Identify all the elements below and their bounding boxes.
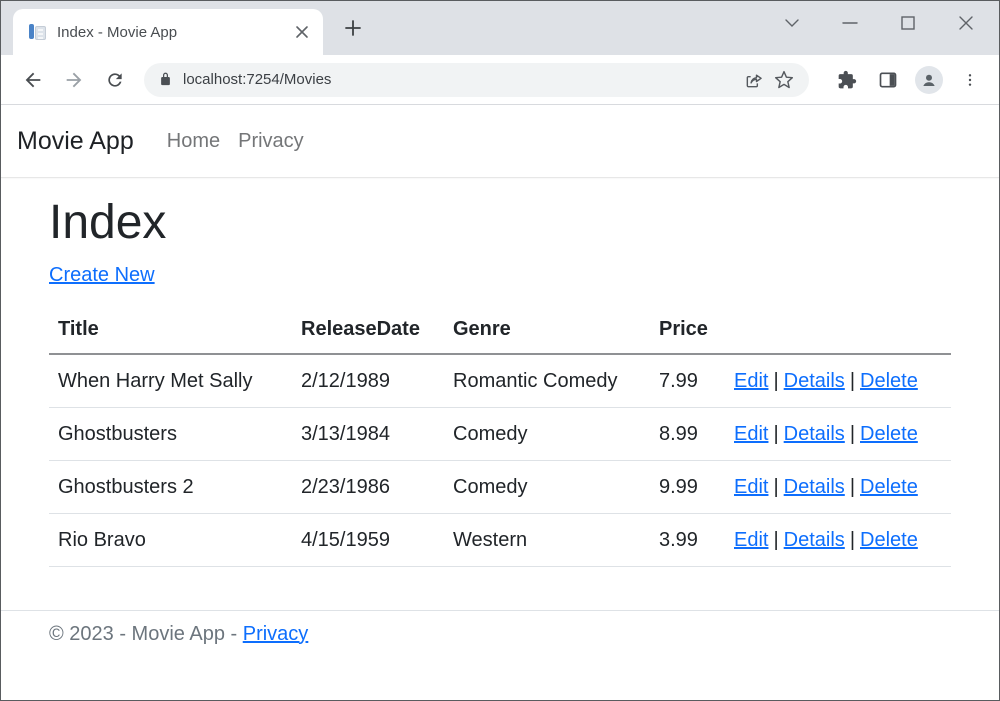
action-separator: | — [850, 423, 855, 445]
cell-price: 8.99 — [650, 407, 725, 460]
delete-link[interactable]: Delete — [860, 370, 918, 392]
reload-button[interactable] — [97, 62, 133, 98]
details-link[interactable]: Details — [784, 529, 845, 551]
window-controls — [763, 7, 995, 39]
action-separator: | — [773, 370, 778, 392]
cell-actions: Edit|Details|Delete — [725, 460, 951, 513]
table-row: When Harry Met Sally 2/12/1989 Romantic … — [49, 354, 951, 408]
cell-genre: Comedy — [444, 407, 650, 460]
nav-link-privacy[interactable]: Privacy — [238, 130, 304, 153]
cell-price: 3.99 — [650, 513, 725, 566]
footer-privacy-link[interactable]: Privacy — [243, 623, 309, 645]
copyright-text: © 2023 - Movie App - — [49, 623, 237, 645]
edit-link[interactable]: Edit — [734, 370, 768, 392]
action-separator: | — [773, 423, 778, 445]
edit-link[interactable]: Edit — [734, 529, 768, 551]
action-separator: | — [773, 476, 778, 498]
cell-title: Rio Bravo — [49, 513, 292, 566]
column-header-actions — [725, 312, 951, 354]
cell-genre: Western — [444, 513, 650, 566]
column-header-price: Price — [650, 312, 725, 354]
details-link[interactable]: Details — [784, 476, 845, 498]
cell-release-date: 2/23/1986 — [292, 460, 444, 513]
tab-strip: Index - Movie App — [1, 1, 999, 55]
cell-title: Ghostbusters — [49, 407, 292, 460]
lock-icon[interactable] — [158, 72, 173, 87]
kebab-menu-icon[interactable] — [953, 63, 987, 97]
action-separator: | — [773, 529, 778, 551]
share-icon[interactable] — [739, 65, 769, 95]
address-bar[interactable]: localhost:7254/Movies — [144, 63, 809, 97]
details-link[interactable]: Details — [784, 370, 845, 392]
page-title: Index — [49, 194, 951, 252]
cell-title: Ghostbusters 2 — [49, 460, 292, 513]
cell-release-date: 4/15/1959 — [292, 513, 444, 566]
cell-genre: Comedy — [444, 460, 650, 513]
action-separator: | — [850, 370, 855, 392]
cell-release-date: 2/12/1989 — [292, 354, 444, 408]
details-link[interactable]: Details — [784, 423, 845, 445]
new-tab-button[interactable] — [339, 14, 367, 42]
table-header-row: Title ReleaseDate Genre Price — [49, 312, 951, 354]
tab-search-button[interactable] — [763, 7, 821, 39]
back-button[interactable] — [15, 62, 51, 98]
forward-button[interactable] — [56, 62, 92, 98]
profile-avatar-icon[interactable] — [912, 63, 946, 97]
browser-window: Index - Movie App — [0, 0, 1000, 701]
column-header-title: Title — [49, 312, 292, 354]
navbar-brand[interactable]: Movie App — [17, 127, 134, 156]
extensions-puzzle-icon[interactable] — [830, 63, 864, 97]
action-separator: | — [850, 476, 855, 498]
tab-close-icon[interactable] — [291, 21, 313, 43]
minimize-button[interactable] — [821, 7, 879, 39]
toolbar-right — [823, 63, 987, 97]
bookmark-star-icon[interactable] — [769, 65, 799, 95]
cell-price: 7.99 — [650, 354, 725, 408]
cell-title: When Harry Met Sally — [49, 354, 292, 408]
tab-favicon-icon — [29, 23, 47, 41]
cell-actions: Edit|Details|Delete — [725, 513, 951, 566]
delete-link[interactable]: Delete — [860, 476, 918, 498]
tab-title: Index - Movie App — [57, 24, 291, 41]
nav-link-home[interactable]: Home — [167, 130, 220, 153]
delete-link[interactable]: Delete — [860, 423, 918, 445]
url-text[interactable]: localhost:7254/Movies — [183, 71, 739, 88]
cell-actions: Edit|Details|Delete — [725, 354, 951, 408]
table-row: Rio Bravo 4/15/1959 Western 3.99 Edit|De… — [49, 513, 951, 566]
close-window-button[interactable] — [937, 7, 995, 39]
cell-genre: Romantic Comedy — [444, 354, 650, 408]
column-header-releasedate: ReleaseDate — [292, 312, 444, 354]
maximize-button[interactable] — [879, 7, 937, 39]
edit-link[interactable]: Edit — [734, 423, 768, 445]
table-row: Ghostbusters 3/13/1984 Comedy 8.99 Edit|… — [49, 407, 951, 460]
cell-actions: Edit|Details|Delete — [725, 407, 951, 460]
site-navbar: Movie App Home Privacy — [1, 105, 999, 178]
movies-table: Title ReleaseDate Genre Price When Harry… — [49, 312, 951, 567]
side-panel-icon[interactable] — [871, 63, 905, 97]
site-footer: © 2023 - Movie App - Privacy — [1, 610, 999, 649]
edit-link[interactable]: Edit — [734, 476, 768, 498]
browser-toolbar: localhost:7254/Movies — [1, 55, 999, 105]
column-header-genre: Genre — [444, 312, 650, 354]
web-page: Movie App Home Privacy Index Create New … — [1, 105, 999, 700]
table-row: Ghostbusters 2 2/23/1986 Comedy 9.99 Edi… — [49, 460, 951, 513]
cell-price: 9.99 — [650, 460, 725, 513]
action-separator: | — [850, 529, 855, 551]
main-content: Index Create New Title ReleaseDate Genre… — [1, 194, 999, 567]
cell-release-date: 3/13/1984 — [292, 407, 444, 460]
delete-link[interactable]: Delete — [860, 529, 918, 551]
browser-tab[interactable]: Index - Movie App — [13, 9, 323, 55]
create-new-link[interactable]: Create New — [49, 264, 155, 286]
